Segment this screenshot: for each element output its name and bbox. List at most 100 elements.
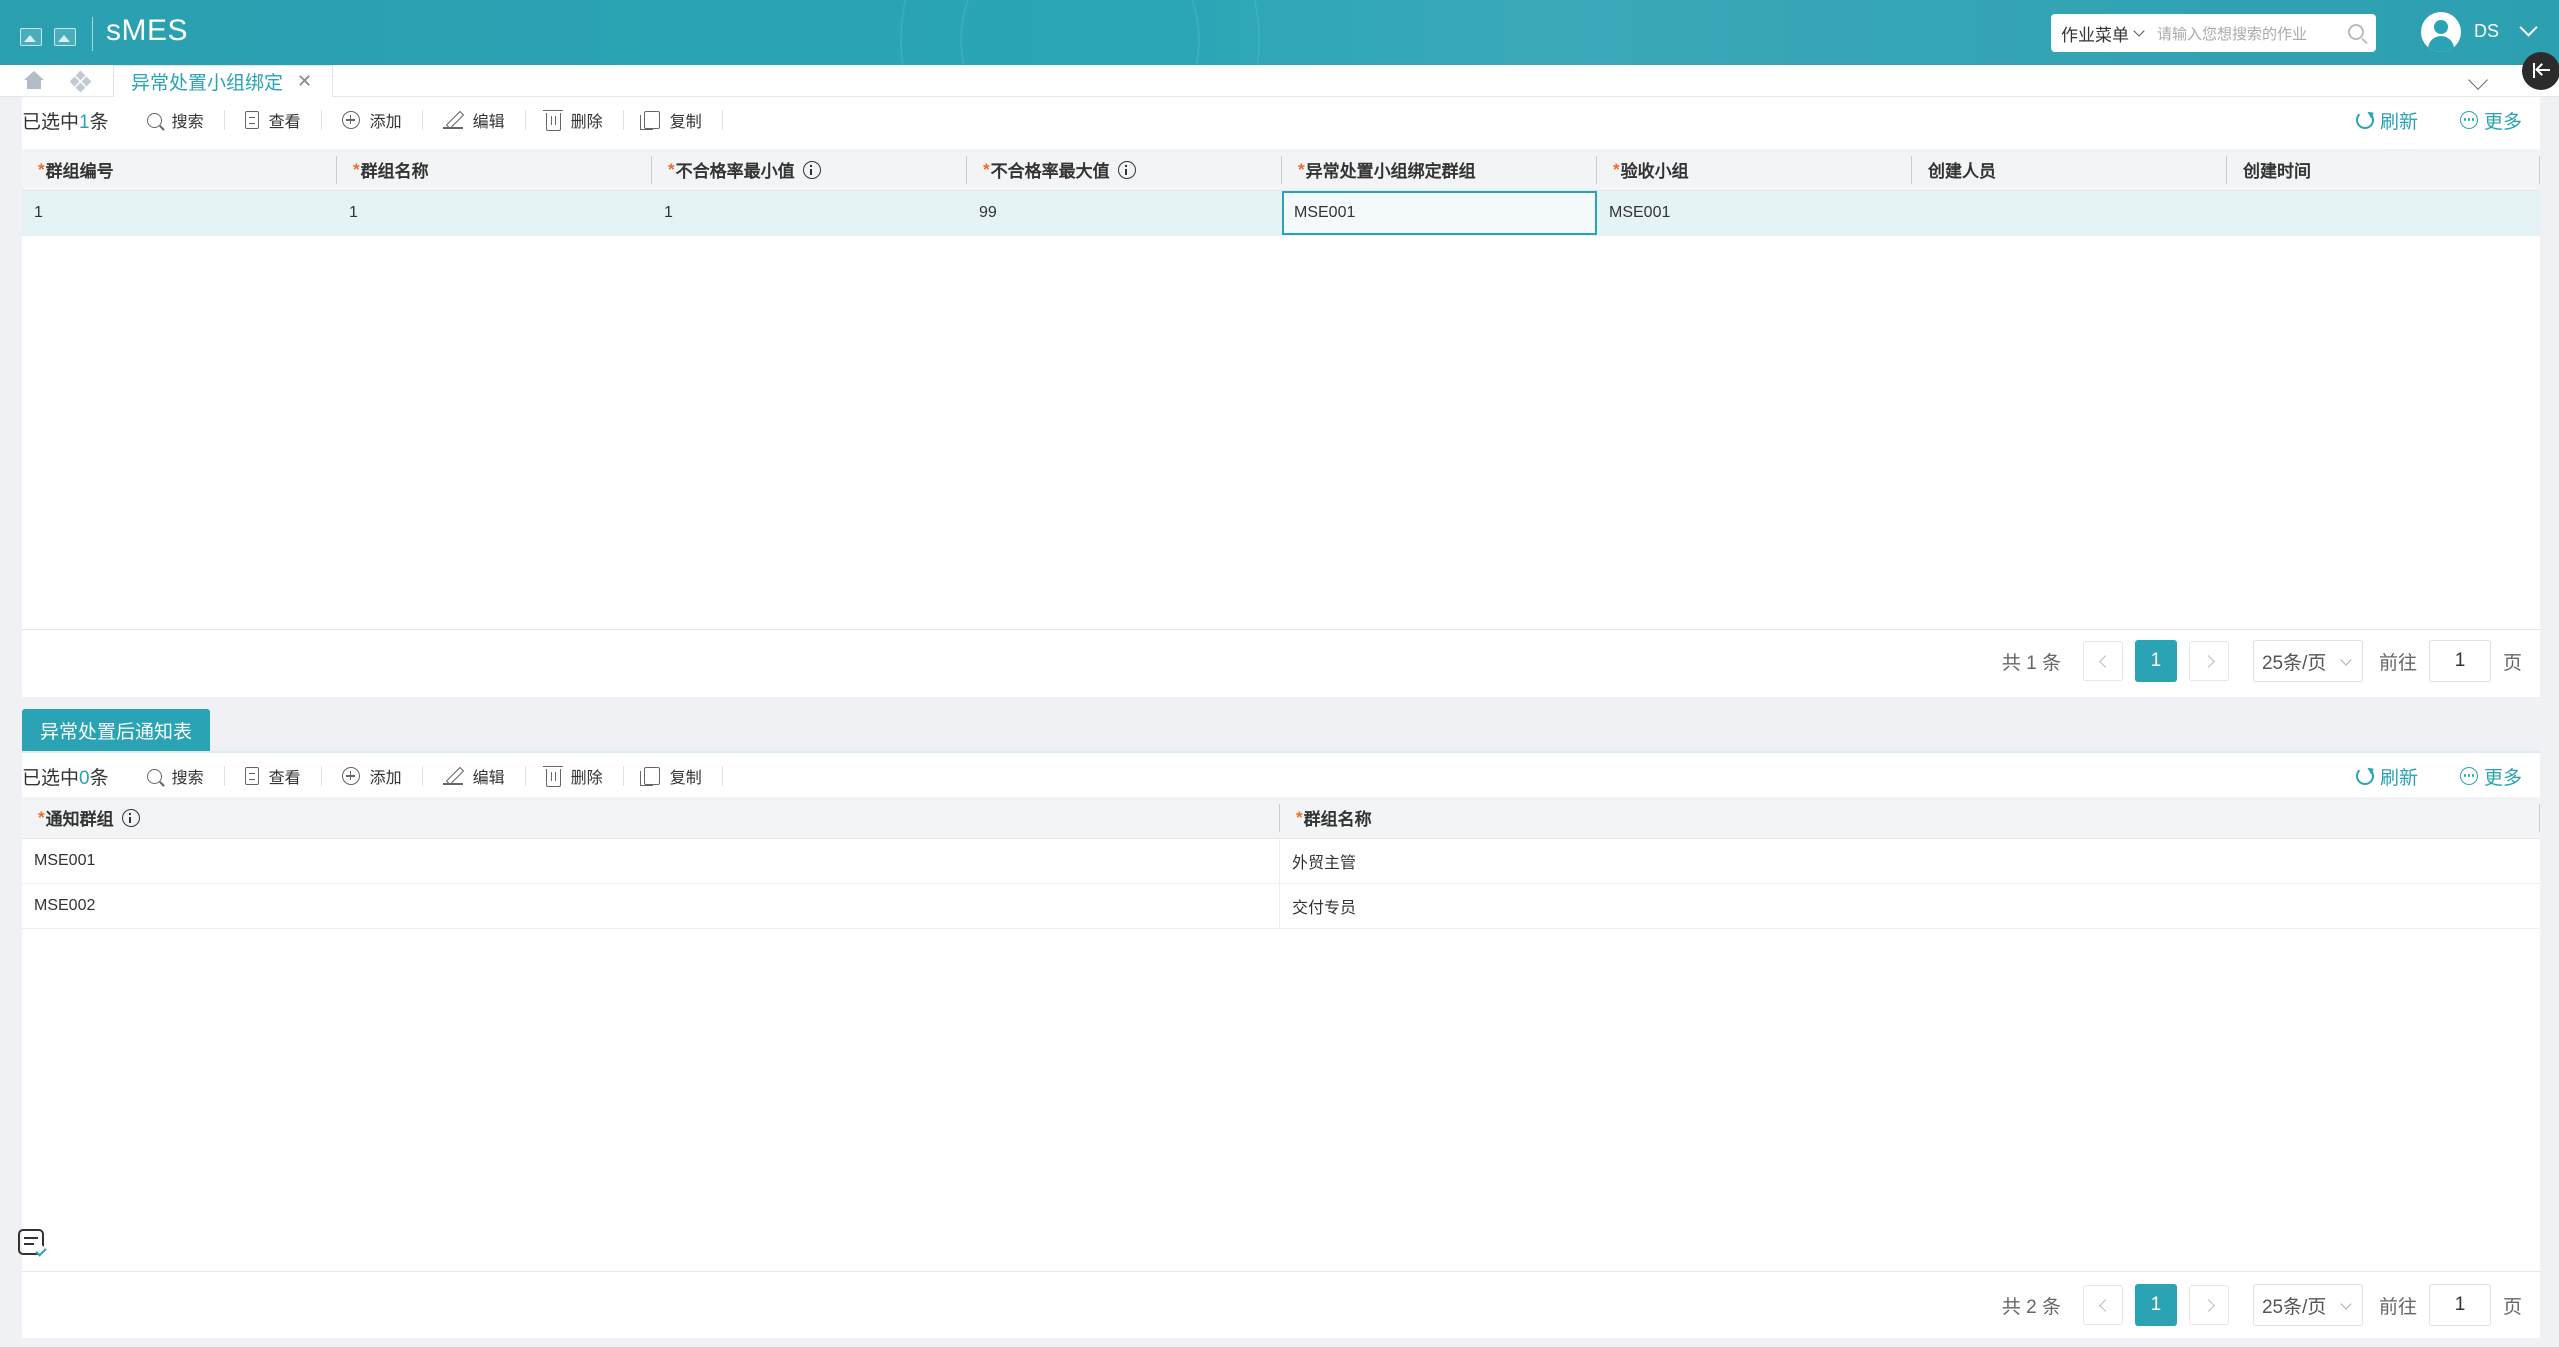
- table-cell[interactable]: 1: [652, 191, 967, 235]
- add-button[interactable]: 添加: [322, 766, 423, 787]
- delete-button[interactable]: 删除: [526, 765, 624, 787]
- table-cell[interactable]: MSE001: [22, 839, 1280, 883]
- column-label: 创建时间: [2243, 162, 2311, 181]
- page-size-select[interactable]: 25条/页: [2252, 640, 2363, 682]
- delete-label: 删除: [570, 114, 603, 131]
- column-header-notify-group[interactable]: * 通知群组: [22, 797, 1280, 838]
- goto-page-input[interactable]: 1: [2428, 1284, 2491, 1326]
- column-header-acceptance-group[interactable]: * 验收小组: [1597, 149, 1912, 190]
- user-name[interactable]: DS: [2474, 21, 2499, 42]
- table-cell[interactable]: MSE002: [22, 884, 1280, 928]
- next-page-button[interactable]: [2188, 641, 2229, 681]
- collapse-sidebar-button[interactable]: [2522, 52, 2559, 90]
- toolbar-right-actions: 刷新 更多: [2355, 763, 2522, 790]
- copy-button[interactable]: 复制: [624, 766, 723, 787]
- table-cell[interactable]: 外贸主管: [1280, 839, 2540, 883]
- column-header-created-time[interactable]: 创建时间: [2227, 149, 2540, 190]
- table-cell[interactable]: 交付专员: [1280, 884, 2540, 928]
- prev-page-button[interactable]: [2082, 1285, 2123, 1325]
- more-button[interactable]: 更多: [2459, 763, 2522, 790]
- column-header-group-code[interactable]: * 群组编号: [22, 149, 337, 190]
- page-number-button[interactable]: 1: [2134, 640, 2177, 682]
- refresh-button[interactable]: 刷新: [2355, 763, 2418, 790]
- info-icon[interactable]: [802, 160, 821, 179]
- goto-label: 前往: [2378, 652, 2417, 674]
- pagination: 共 2 条 1 25条/页 前往 1 页: [2002, 1284, 2540, 1326]
- search-input[interactable]: 请输入您想搜索的作业: [2149, 23, 2342, 44]
- refresh-icon: [2355, 767, 2374, 785]
- column-header-group-name[interactable]: * 群组名称: [1280, 797, 2540, 838]
- view-button[interactable]: 查看: [225, 766, 322, 787]
- table-row[interactable]: MSE001 外贸主管: [22, 839, 2540, 884]
- tab-exception-group-binding[interactable]: 异常处置小组绑定 ✕: [113, 65, 334, 97]
- page-size-select[interactable]: 25条/页: [2252, 1284, 2363, 1326]
- delete-button[interactable]: 删除: [526, 109, 624, 131]
- user-menu-chevron-icon[interactable]: [2519, 18, 2538, 37]
- more-icon: [2459, 111, 2478, 129]
- column-header-min-defect-rate[interactable]: * 不合格率最小值: [652, 149, 967, 190]
- goto-page-input[interactable]: 1: [2428, 640, 2491, 682]
- table-header-row: * 通知群组 * 群组名称: [22, 797, 2540, 839]
- column-label: 异常处置小组绑定群组: [1305, 162, 1476, 181]
- edit-button[interactable]: 编辑: [423, 766, 526, 787]
- menu-search-box[interactable]: 作业菜单 请输入您想搜索的作业: [2051, 14, 2376, 52]
- copy-button[interactable]: 复制: [624, 110, 723, 131]
- search-button[interactable]: 搜索: [127, 110, 225, 131]
- copy-icon: [639, 767, 660, 786]
- search-button[interactable]: 搜索: [127, 766, 225, 787]
- table-cell[interactable]: 1: [337, 191, 652, 235]
- grid-divider: [22, 629, 2540, 630]
- close-icon[interactable]: ✕: [297, 71, 312, 92]
- feedback-icon[interactable]: [16, 1227, 50, 1261]
- refresh-label: 刷新: [2379, 111, 2418, 133]
- prev-page-button[interactable]: [2082, 641, 2123, 681]
- table-row[interactable]: MSE002 交付专员: [22, 884, 2540, 929]
- edit-label: 编辑: [472, 114, 505, 131]
- required-mark: *: [1613, 159, 1620, 179]
- table-cell[interactable]: [1912, 191, 2227, 235]
- page-number-button[interactable]: 1: [2134, 1284, 2177, 1326]
- search-button[interactable]: [2342, 14, 2376, 52]
- refresh-button[interactable]: 刷新: [2355, 107, 2418, 134]
- trash-icon: [542, 765, 563, 787]
- tab-list-chevron-icon[interactable]: [2468, 70, 2488, 90]
- table-cell-focused[interactable]: MSE001: [1282, 191, 1597, 235]
- view-button[interactable]: 查看: [225, 110, 322, 131]
- home-icon-wall: [27, 80, 41, 89]
- more-button[interactable]: 更多: [2459, 107, 2522, 134]
- table-cell[interactable]: [2227, 191, 2540, 235]
- table-row[interactable]: 1 1 1 99 MSE001 MSE001: [22, 191, 2540, 236]
- home-icon[interactable]: [24, 71, 44, 89]
- plus-circle-icon: [341, 111, 360, 129]
- table-cell[interactable]: 1: [22, 191, 337, 235]
- column-header-bound-group[interactable]: * 异常处置小组绑定群组: [1282, 149, 1597, 190]
- info-icon[interactable]: [121, 808, 140, 827]
- column-header-max-defect-rate[interactable]: * 不合格率最大值: [967, 149, 1282, 190]
- home-icon-roof: [24, 71, 44, 80]
- goto-label: 前往: [2378, 1296, 2417, 1318]
- edit-button[interactable]: 编辑: [423, 110, 526, 131]
- pagination-total: 共 1 条: [2001, 652, 2061, 674]
- collapse-left-icon: [2533, 63, 2535, 78]
- column-header-group-name[interactable]: * 群组名称: [337, 149, 652, 190]
- search-label: 搜索: [171, 770, 204, 787]
- add-button[interactable]: 添加: [322, 110, 423, 131]
- section-tab-notification-table[interactable]: 异常处置后通知表: [22, 709, 211, 751]
- selection-prefix: 已选中: [22, 767, 80, 789]
- user-icon: [2434, 20, 2448, 34]
- info-icon[interactable]: [1117, 160, 1136, 179]
- tab-label: 异常处置小组绑定: [131, 73, 284, 94]
- selection-suffix: 条: [89, 767, 109, 789]
- menu-select[interactable]: 作业菜单: [2051, 21, 2149, 46]
- next-page-button[interactable]: [2188, 1285, 2229, 1325]
- main-table: * 群组编号 * 群组名称 * 不合格率最小值 * 不合格率最大值 * 异常处置小组绑定群…: [22, 149, 2540, 236]
- table-cell[interactable]: 99: [967, 191, 1282, 235]
- user-avatar[interactable]: [2421, 12, 2461, 52]
- column-header-creator[interactable]: 创建人员: [1912, 149, 2227, 190]
- table-cell[interactable]: MSE001: [1597, 191, 1912, 235]
- apps-icon[interactable]: [69, 70, 92, 93]
- tab-bar: 异常处置小组绑定 ✕: [0, 65, 2559, 97]
- edit-pen-icon: [442, 767, 463, 785]
- top-header: sMES 作业菜单 请输入您想搜索的作业 DS: [0, 0, 2559, 65]
- column-label: 群组名称: [1303, 810, 1372, 829]
